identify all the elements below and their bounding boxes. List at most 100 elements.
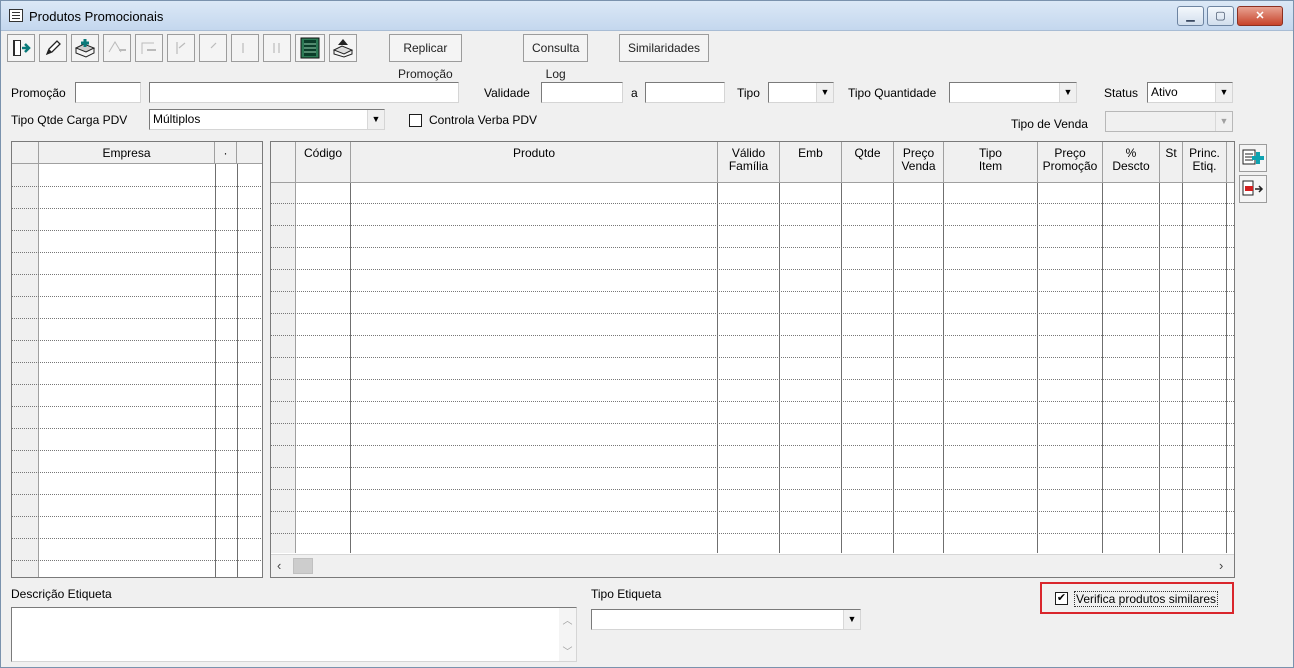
tipo-etiqueta-select[interactable]: ▼ — [591, 609, 861, 630]
validade-from-input[interactable] — [541, 82, 623, 103]
table-row-divider — [12, 538, 262, 539]
chevron-down-icon[interactable]: ▼ — [843, 610, 860, 629]
chevron-down-icon[interactable]: ▼ — [1215, 83, 1232, 102]
status-value: Ativo — [1151, 85, 1178, 99]
grid-view-icon — [300, 37, 320, 59]
preco-venda-column-header[interactable]: Preço Venda — [894, 142, 944, 183]
verifica-similares-label[interactable]: Verifica produtos similares — [1074, 591, 1219, 607]
table-row-divider — [271, 379, 1234, 380]
controla-verba-label: Controla Verba PDV — [429, 113, 538, 127]
column-divider — [717, 183, 718, 553]
tipo-quantidade-select[interactable]: ▼ — [949, 82, 1077, 103]
form-icon — [9, 9, 23, 22]
scroll-down-icon[interactable]: ﹀ — [559, 643, 576, 658]
scroll-up-icon[interactable]: ︿ — [559, 612, 576, 627]
tipo-item-column-header[interactable]: Tipo Item — [944, 142, 1038, 183]
table-row-divider — [12, 494, 262, 495]
descricao-etiqueta-label: Descrição Etiqueta — [11, 587, 112, 601]
maximize-button[interactable]: ▢ — [1207, 6, 1234, 26]
verifica-similares-checkbox[interactable]: ✔ — [1055, 592, 1068, 605]
princ-etiq-column-header[interactable]: Princ. Etiq. — [1183, 142, 1227, 183]
validade-to-label: a — [631, 86, 638, 100]
column-divider — [1037, 183, 1038, 553]
prev-record-icon — [210, 42, 217, 49]
table-row-divider — [12, 384, 262, 385]
status-label: Status — [1104, 86, 1139, 100]
table-row-divider — [271, 511, 1234, 512]
similaridades-button[interactable]: Similaridades — [619, 34, 710, 62]
preco-promocao-column-header[interactable]: Preço Promoção — [1038, 142, 1103, 183]
empresa-column-header[interactable]: Empresa — [39, 142, 215, 164]
table-row-divider — [12, 296, 262, 297]
tipo-carga-label: Tipo Qtde Carga PDV — [11, 113, 128, 127]
scrollbar-thumb[interactable] — [293, 558, 313, 574]
scroll-left-icon[interactable]: ‹ — [277, 558, 281, 573]
minimize-button[interactable]: ▁ — [1177, 6, 1204, 26]
table-row-divider — [12, 340, 262, 341]
tipo-select[interactable]: ▼ — [768, 82, 834, 103]
column-divider — [1102, 183, 1103, 553]
replicar-promocao-button[interactable]: Replicar Promoção — [389, 34, 462, 81]
cancel-record-icon — [141, 42, 156, 54]
valido-familia-column-header[interactable]: Válido Família — [718, 142, 780, 183]
codigo-column-header[interactable]: Código — [296, 142, 351, 183]
produto-grid[interactable]: Código Produto Válido Família Emb Qtde Preço … — [270, 141, 1235, 578]
tipo-carga-select[interactable]: Múltiplos ▼ — [149, 109, 385, 130]
column-divider — [1159, 183, 1160, 553]
horizontal-scrollbar[interactable]: ‹ › — [271, 554, 1234, 577]
chevron-down-icon[interactable]: ▼ — [367, 110, 384, 129]
table-row-divider — [271, 357, 1234, 358]
table-row-divider — [12, 252, 262, 253]
controla-verba-checkbox[interactable] — [409, 114, 422, 127]
remove-record-icon — [108, 41, 126, 53]
table-row-divider — [12, 186, 262, 187]
close-button[interactable]: ✕ — [1237, 6, 1283, 26]
empresa-grid[interactable]: Empresa · — [11, 141, 263, 578]
produto-column-header[interactable]: Produto — [351, 142, 718, 183]
chevron-down-icon[interactable]: ▼ — [816, 83, 833, 102]
add-record-button[interactable] — [71, 34, 99, 62]
add-produto-button[interactable] — [1239, 144, 1267, 172]
descricao-etiqueta-textarea[interactable]: ︿ ﹀ — [11, 607, 577, 662]
tipo-quantidade-label: Tipo Quantidade — [848, 86, 937, 100]
remove-record-button[interactable] — [103, 34, 131, 62]
next-record-button[interactable] — [231, 34, 259, 62]
tipo-etiqueta-label: Tipo Etiqueta — [591, 587, 662, 601]
descto-column-header[interactable]: % Descto — [1103, 142, 1160, 183]
validade-to-input[interactable] — [645, 82, 725, 103]
edit-button[interactable] — [39, 34, 67, 62]
table-row-divider — [271, 225, 1234, 226]
table-row-divider — [271, 467, 1234, 468]
cancel-record-button[interactable] — [135, 34, 163, 62]
chevron-down-icon[interactable]: ▼ — [1215, 112, 1232, 131]
status-select[interactable]: Ativo ▼ — [1147, 82, 1233, 103]
exit-button[interactable] — [7, 34, 35, 62]
table-row-divider — [271, 269, 1234, 270]
first-record-icon — [176, 42, 186, 54]
tipo-label: Tipo — [737, 86, 760, 100]
export-button[interactable] — [329, 34, 357, 62]
st-column-header[interactable]: St — [1160, 142, 1183, 183]
tipo-venda-select[interactable]: ▼ — [1105, 111, 1233, 132]
consulta-log-button[interactable]: Consulta Log — [523, 34, 589, 81]
table-row-divider — [12, 516, 262, 517]
remove-produto-button[interactable] — [1239, 175, 1267, 203]
promocao-code-input[interactable] — [75, 82, 141, 103]
scroll-right-icon[interactable]: › — [1219, 558, 1223, 573]
empresa-filler-header — [237, 142, 262, 164]
first-record-button[interactable] — [167, 34, 195, 62]
prev-record-button[interactable] — [199, 34, 227, 62]
next-record-icon — [242, 43, 244, 53]
row-header-column — [271, 183, 296, 553]
grid-view-button[interactable] — [295, 34, 325, 62]
exit-icon — [13, 40, 31, 56]
chevron-down-icon[interactable]: ▼ — [1059, 83, 1076, 102]
descricao-scrollbar[interactable]: ︿ ﹀ — [559, 608, 576, 661]
produto-grid-corner — [271, 142, 296, 183]
last-record-button[interactable] — [263, 34, 291, 62]
emb-column-header[interactable]: Emb — [780, 142, 842, 183]
qtde-column-header[interactable]: Qtde — [842, 142, 894, 183]
promocao-description-input[interactable] — [149, 82, 459, 103]
tipo-carga-value: Múltiplos — [153, 112, 201, 126]
empresa-extra-column-header[interactable]: · — [215, 142, 237, 164]
